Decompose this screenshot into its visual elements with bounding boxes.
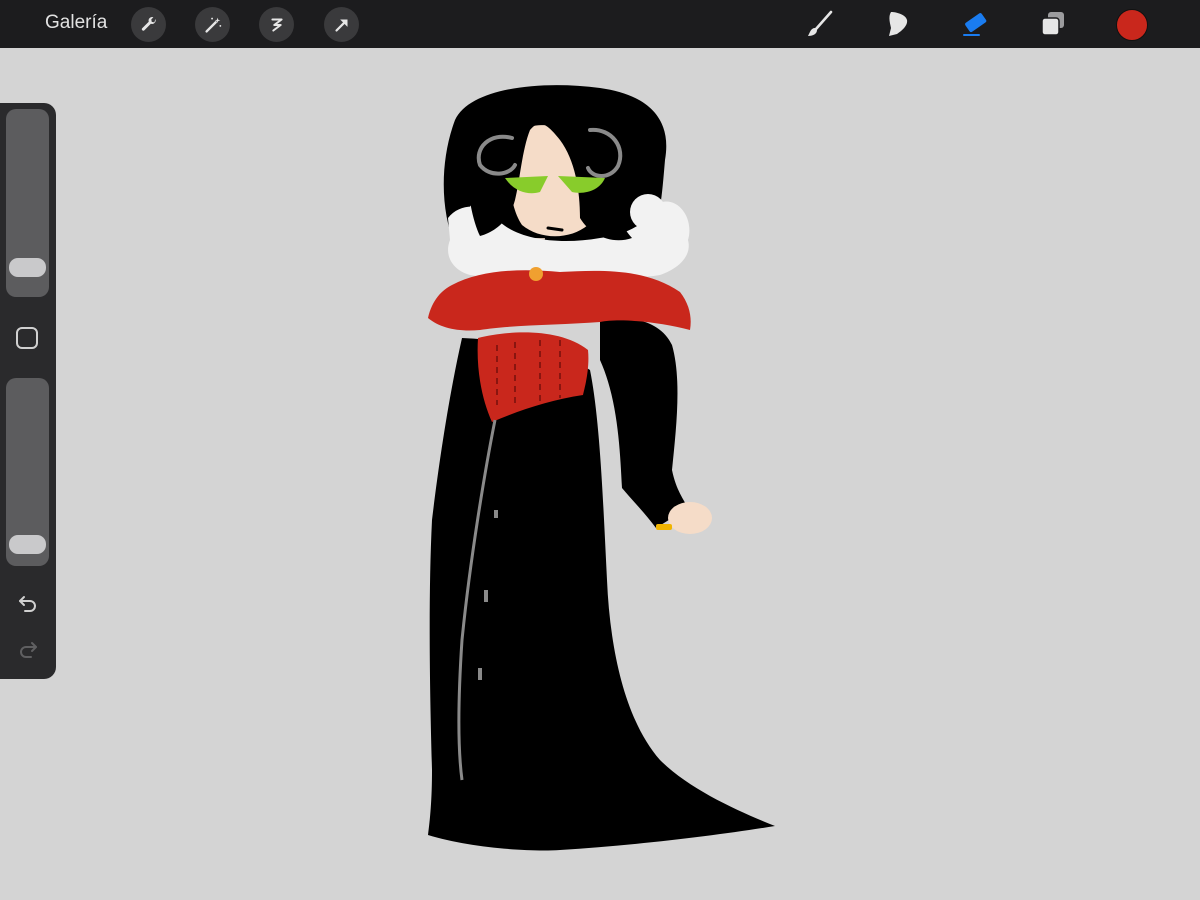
smudge-tool-button[interactable]	[880, 6, 916, 42]
brush-icon	[808, 10, 833, 36]
layers-icon	[1041, 12, 1064, 36]
eraser-icon	[963, 13, 987, 36]
brush-tool-button[interactable]	[802, 6, 838, 42]
smudge-icon	[889, 12, 908, 36]
canvas-artwork[interactable]	[0, 48, 1200, 900]
transform-button[interactable]	[324, 7, 359, 42]
selection-button[interactable]	[259, 7, 294, 42]
layers-button[interactable]	[1035, 6, 1071, 42]
transform-arrow-icon	[334, 19, 347, 32]
actions-button[interactable]	[131, 7, 166, 42]
color-picker-button[interactable]	[1116, 9, 1148, 41]
wrench-icon	[141, 16, 156, 31]
gallery-button[interactable]: Galería	[45, 12, 107, 34]
magic-wand-icon	[204, 17, 221, 33]
figure-drawing	[428, 85, 775, 851]
adjustments-button[interactable]	[195, 7, 230, 42]
selection-icon	[270, 17, 283, 32]
top-toolbar: Galería	[0, 0, 1200, 48]
eraser-tool-button[interactable]	[957, 6, 993, 42]
